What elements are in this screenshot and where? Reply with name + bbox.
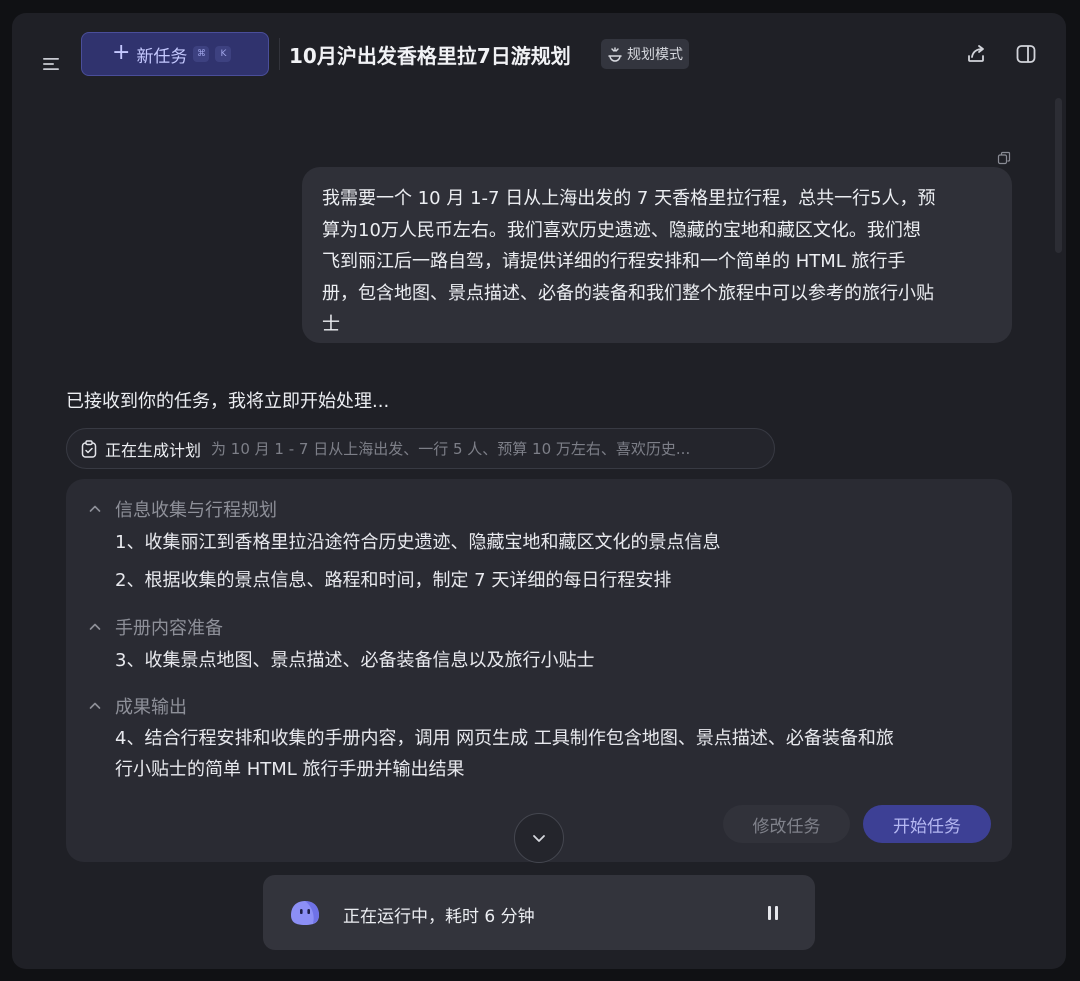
plan-status-label: 正在生成计划 <box>105 440 202 460</box>
app-window: + 新任务 ⌘ K 10月沪出发香格里拉7日游规划 规划模式 我需要一个 10 … <box>12 13 1066 969</box>
running-status-text: 正在运行中，耗时 6 分钟 <box>343 907 535 927</box>
new-task-label: 新任务 <box>136 46 188 67</box>
running-status-bar: 正在运行中，耗时 6 分钟 <box>263 875 815 950</box>
plan-step: 行小贴士的简单 HTML 旅行手册并输出结果 <box>115 759 465 780</box>
user-message-line: 算为10万人民币左右。我们喜欢历史遗迹、隐藏的宝地和藏区文化。我们想 <box>322 219 921 241</box>
plan-section-header[interactable]: 手册内容准备 <box>88 614 223 640</box>
user-message-line: 士 <box>322 314 340 335</box>
user-message-line: 飞到丽江后一路自驾，请提供详细的行程安排和一个简单的 HTML 旅行手 <box>322 251 906 272</box>
plan-card: 信息收集与行程规划 1、收集丽江到香格里拉沿途符合历史遗迹、隐藏宝地和藏区文化的… <box>66 479 1012 862</box>
plan-status-pill[interactable]: 正在生成计划 为 10 月 1 - 7 日从上海出发、一行 5 人、预算 10 … <box>66 428 775 469</box>
plus-icon: + <box>112 40 131 65</box>
planning-mode-label: 规划模式 <box>627 47 683 63</box>
chevron-up-icon <box>89 702 101 709</box>
copy-icon[interactable] <box>997 151 1011 165</box>
planning-mode-badge[interactable]: 规划模式 <box>601 39 689 69</box>
plan-section-title: 成果输出 <box>115 697 187 718</box>
edit-task-button[interactable]: 修改任务 <box>723 805 850 843</box>
shortcut-key-cmd: ⌘ <box>193 46 210 62</box>
plan-step: 2、根据收集的景点信息、路程和时间，制定 7 天详细的每日行程安排 <box>115 570 672 591</box>
plan-section-header[interactable]: 信息收集与行程规划 <box>88 496 277 522</box>
plan-step: 1、收集丽江到香格里拉沿途符合历史遗迹、隐藏宝地和藏区文化的景点信息 <box>115 532 721 553</box>
share-icon[interactable] <box>965 43 987 65</box>
pause-icon[interactable] <box>765 904 781 922</box>
user-message-line: 我需要一个 10 月 1-7 日从上海出发的 7 天香格里拉行程，总共一行5人，… <box>322 188 936 209</box>
header-divider <box>279 38 280 70</box>
plan-step: 3、收集景点地图、景点描述、必备装备信息以及旅行小贴士 <box>115 650 595 671</box>
page-title: 10月沪出发香格里拉7日游规划 <box>289 44 571 68</box>
assistant-ack-text: 已接收到你的任务，我将立即开始处理... <box>66 391 390 412</box>
user-message-line: 册，包含地图、景点描述、必备的装备和我们整个旅程中可以参考的旅行小贴 <box>322 282 934 304</box>
plan-section-title: 手册内容准备 <box>115 618 223 639</box>
sidebar-toggle-icon[interactable] <box>1015 43 1037 65</box>
plan-status-description: 为 10 月 1 - 7 日从上海出发、一行 5 人、预算 10 万左右、喜欢历… <box>211 440 691 458</box>
plan-step: 4、结合行程安排和收集的手册内容，调用 网页生成 工具制作包含地图、景点描述、必… <box>115 728 894 749</box>
plan-section-title: 信息收集与行程规划 <box>115 500 277 521</box>
chevron-up-icon <box>89 623 101 630</box>
planning-mode-icon <box>608 47 622 62</box>
new-task-button[interactable]: + 新任务 ⌘ K <box>81 32 269 76</box>
menu-icon[interactable] <box>42 55 60 73</box>
scrollbar-thumb[interactable] <box>1055 98 1062 253</box>
chevron-down-icon <box>533 835 545 842</box>
scroll-down-button[interactable] <box>514 813 564 863</box>
shortcut-key-k: K <box>215 46 232 62</box>
clipboard-check-icon <box>81 439 97 458</box>
plan-section-header[interactable]: 成果输出 <box>88 693 187 719</box>
agent-avatar-icon <box>291 901 319 925</box>
start-task-button[interactable]: 开始任务 <box>863 805 991 843</box>
chevron-up-icon <box>89 505 101 512</box>
user-message-bubble: 我需要一个 10 月 1-7 日从上海出发的 7 天香格里拉行程，总共一行5人，… <box>302 167 1012 343</box>
